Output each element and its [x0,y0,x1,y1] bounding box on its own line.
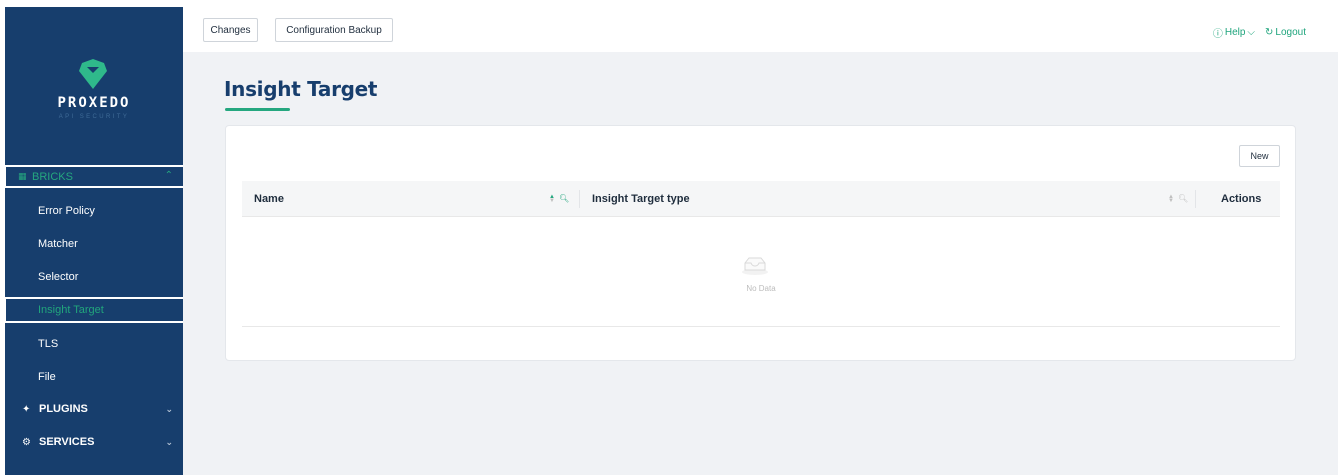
search-icon[interactable]: 🔍︎ [559,194,569,203]
header-actions: ⓘ Help ⌵ ↻ Logout [1213,25,1306,40]
brand: PROXEDO API SECURITY [5,7,183,162]
help-circle-icon: ⓘ [1212,29,1223,40]
brand-subtitle: API SECURITY [58,114,130,120]
table-body: No Data [242,217,1280,327]
empty-state-text: No Data [746,284,776,293]
chevron-down-icon: ⌵ [1247,27,1256,38]
column-divider [579,190,580,208]
sidebar: PROXEDO API SECURITY ▦ BRICKS ⌃ Error Po… [4,7,185,475]
top-header: Changes Configuration Backup ⓘ Help ⌵ ↻ … [195,7,1338,52]
empty-inbox-icon [742,257,768,275]
main-content: Insight Target New Name ▲ ▼ 🔍︎ Insight Ta… [183,52,1338,475]
title-underline [225,108,290,111]
configuration-backup-button[interactable]: Configuration Backup [275,18,393,42]
gear-icon: ⚙ [22,436,31,448]
logout-icon: ↻ [1265,27,1274,38]
plug-icon: ✦ [22,403,31,415]
type-column-controls: ▲ ▼ 🔍︎ [1168,194,1188,204]
search-icon[interactable]: 🔍︎ [1178,194,1188,203]
sidebar-item-services[interactable]: ⚙ SERVICES ⌄ [5,429,183,455]
page-title: Insight Target [224,77,378,101]
brand-name: PROXEDO [57,95,131,111]
name-column-controls: ▲ ▼ 🔍︎ [549,194,569,204]
logout-link[interactable]: ↻ Logout [1265,27,1306,38]
new-button[interactable]: New [1239,145,1280,167]
sidebar-item-tls[interactable]: TLS [5,330,183,358]
content-card: New Name ▲ ▼ 🔍︎ Insight Target type ▲ ▼ 🔍︎… [225,125,1296,361]
column-header-name[interactable]: Name [254,181,284,217]
column-header-actions: Actions [1221,193,1262,205]
sidebar-item-label: PLUGINS [39,403,88,415]
help-menu[interactable]: ⓘ Help ⌵ [1213,25,1255,40]
sort-icon[interactable]: ▲ ▼ [1168,194,1174,204]
grid-icon: ▦ [18,171,27,181]
table-header: Name ▲ ▼ 🔍︎ Insight Target type ▲ ▼ 🔍︎ Act… [242,181,1280,217]
sort-icon[interactable]: ▲ ▼ [549,194,555,204]
proxedo-logo-icon [79,59,107,89]
chevron-up-icon: ⌃ [164,170,173,181]
sidebar-item-file[interactable]: File [5,363,183,391]
chevron-down-icon: ⌄ [165,436,173,447]
sidebar-item-matcher[interactable]: Matcher [5,230,183,258]
chevron-down-icon: ⌄ [165,403,173,414]
insight-target-table: Name ▲ ▼ 🔍︎ Insight Target type ▲ ▼ 🔍︎ Act… [242,181,1280,327]
sidebar-group-bricks[interactable]: ▦ BRICKS ⌃ [4,165,185,188]
sidebar-group-label: BRICKS [32,170,73,183]
sidebar-item-plugins[interactable]: ✦ PLUGINS ⌄ [5,396,183,422]
column-divider [1195,190,1196,208]
logout-label: Logout [1275,27,1306,38]
sidebar-item-insight-target[interactable]: Insight Target [4,297,185,323]
changes-button[interactable]: Changes [203,18,258,42]
column-header-insight-target-type[interactable]: Insight Target type [592,181,690,217]
sidebar-item-label: SERVICES [39,436,95,448]
help-label: Help [1224,27,1246,38]
sidebar-item-error-policy[interactable]: Error Policy [5,197,183,225]
sidebar-item-selector[interactable]: Selector [5,263,183,291]
